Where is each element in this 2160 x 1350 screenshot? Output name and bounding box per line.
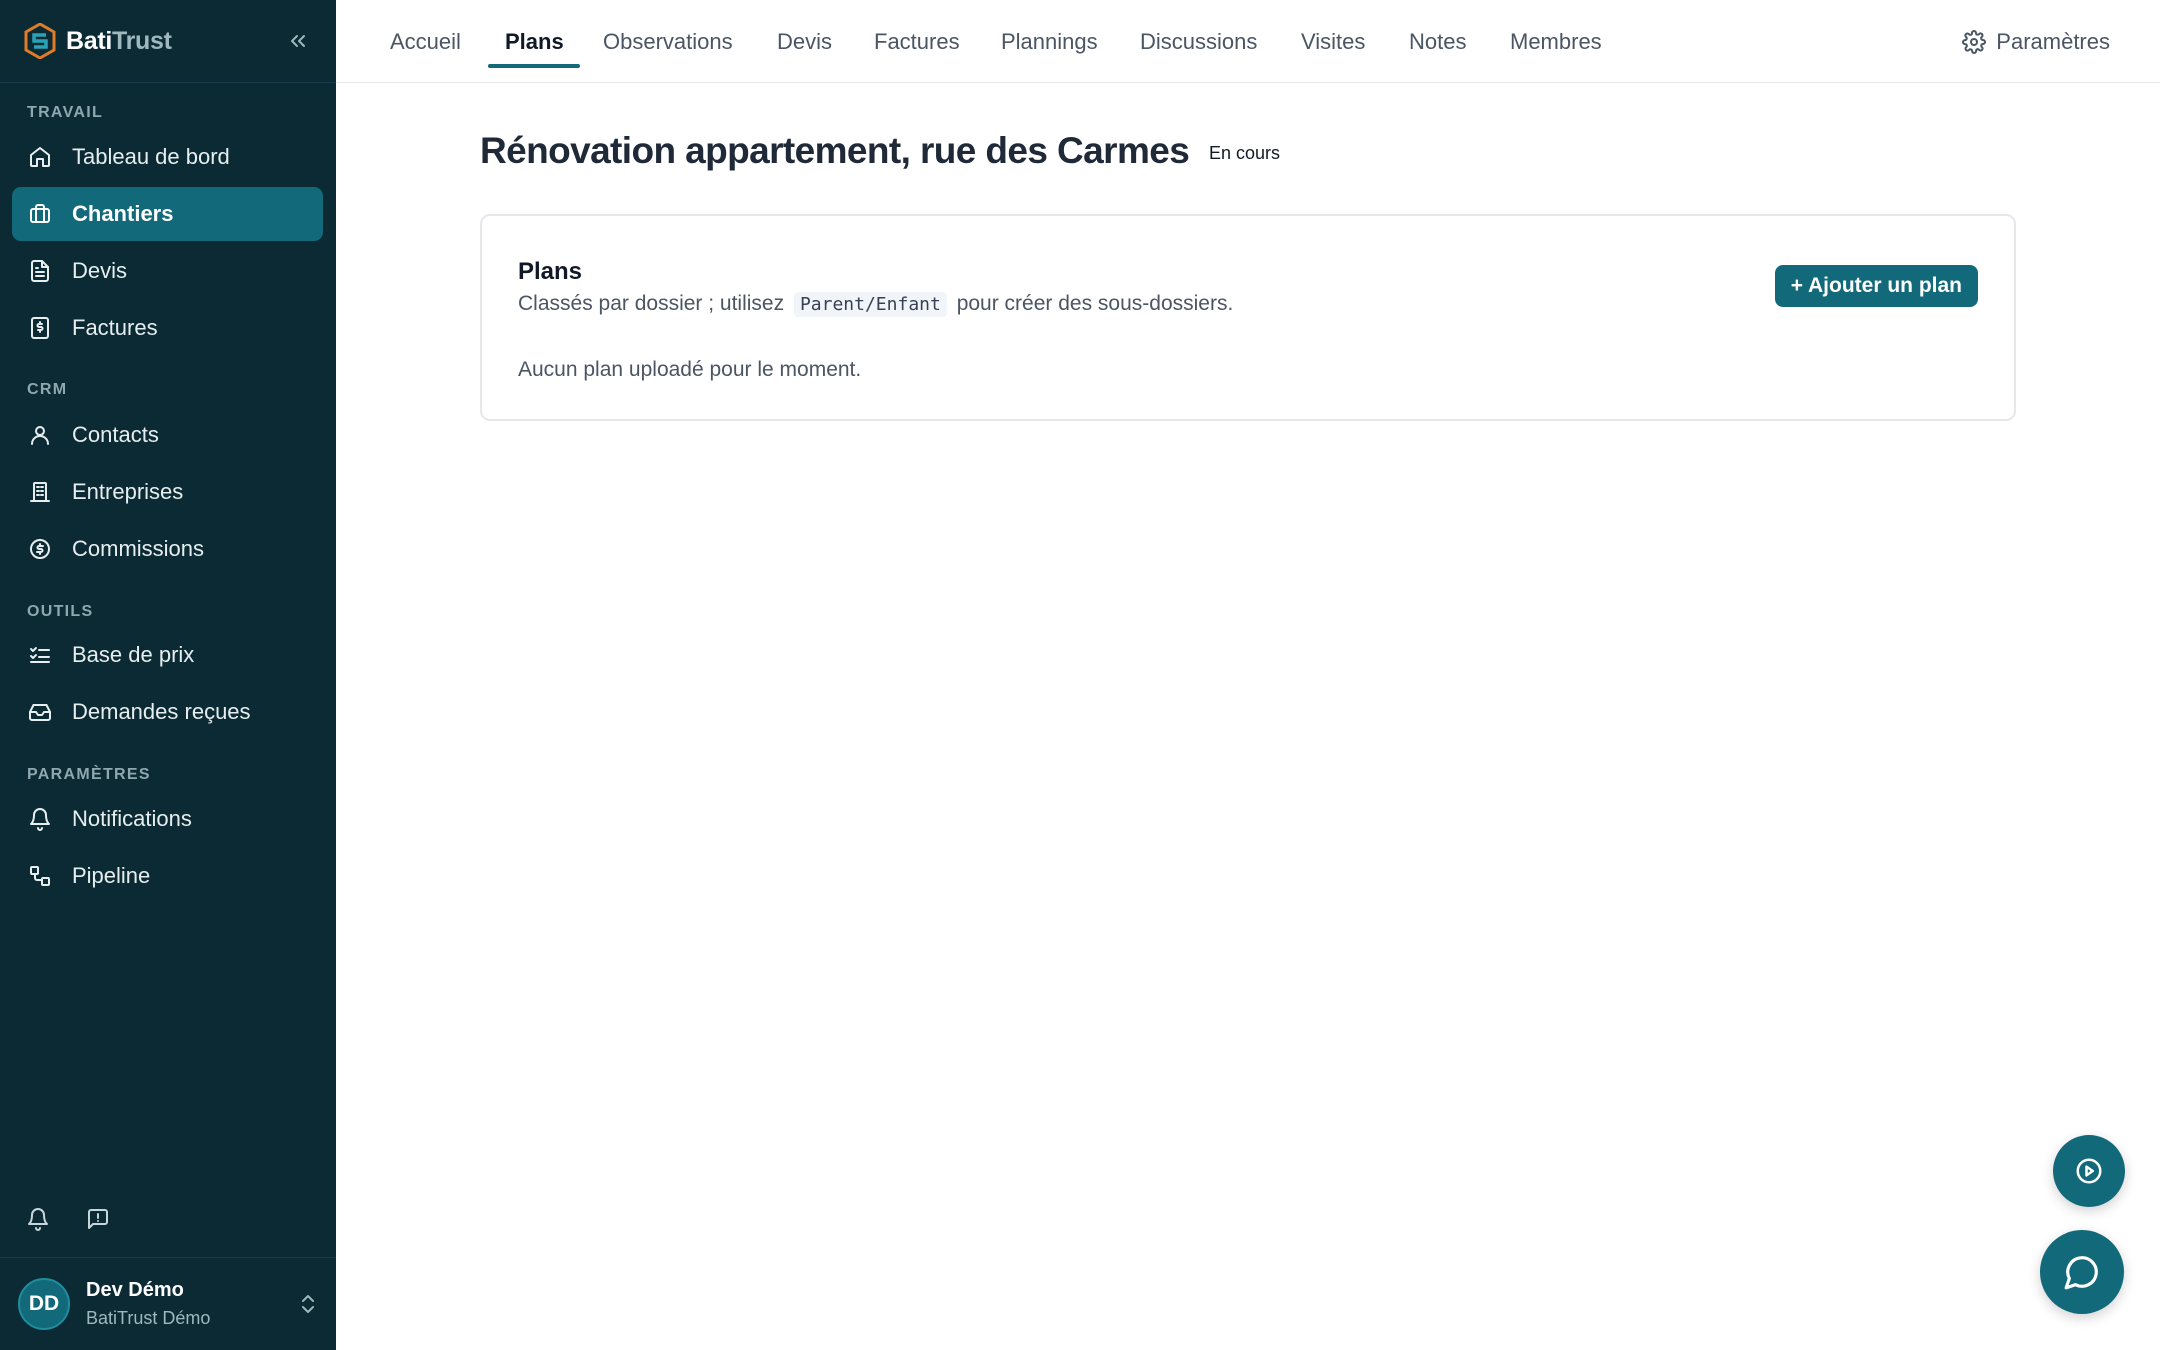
page-title: Rénovation appartement, rue des Carmes: [480, 130, 1190, 171]
brand-name-part1: Bati: [66, 26, 113, 55]
tab-discussions[interactable]: Discussions: [1140, 0, 1257, 83]
sidebar-item-label: Chantiers: [72, 201, 174, 226]
chat-bubble-icon: [2063, 1253, 2101, 1291]
sidebar-item-label: Base de prix: [72, 642, 195, 667]
sidebar-item-label: Tableau de bord: [72, 144, 230, 169]
feedback-icon[interactable]: [86, 1207, 110, 1231]
chevrons-up-down-icon: [298, 1292, 318, 1316]
tab-observations[interactable]: Observations: [603, 0, 733, 83]
tab-factures[interactable]: Factures: [874, 0, 960, 83]
plans-card-title: Plans: [518, 258, 583, 285]
sidebar-item-label: Pipeline: [72, 863, 151, 888]
batitrust-logo-icon[interactable]: [24, 22, 56, 60]
user-info: Dev Démo BatiTrust Démo: [86, 1279, 210, 1329]
empty-state-text: Aucun plan uploadé pour le moment.: [518, 358, 862, 381]
sidebar-item-commissions[interactable]: Commissions: [12, 522, 323, 576]
receipt-icon: [28, 316, 52, 340]
tab-devis[interactable]: Devis: [777, 0, 832, 83]
plans-card-subtitle: Classés par dossier ; utilisez Parent/En…: [518, 292, 1234, 317]
sidebar-item-demandes-recues[interactable]: Demandes reçues: [12, 685, 323, 739]
sidebar-item-pipeline[interactable]: Pipeline: [12, 849, 323, 903]
brand-name: BatiTrust: [66, 27, 172, 56]
gear-icon: [1962, 29, 1987, 54]
sidebar-item-notifications[interactable]: Notifications: [12, 792, 323, 846]
user-org: BatiTrust Démo: [86, 1308, 211, 1328]
brand-header: BatiTrust: [0, 0, 336, 83]
sidebar-item-label: Notifications: [72, 806, 192, 831]
chat-button[interactable]: [2040, 1230, 2124, 1314]
bell-icon: [28, 807, 52, 831]
dollar-circle-icon: [28, 537, 52, 561]
plans-card: Plans Classés par dossier ; utilisez Par…: [480, 214, 2016, 421]
sidebar-item-chantiers[interactable]: Chantiers: [12, 187, 323, 241]
collapse-sidebar-icon[interactable]: [284, 27, 312, 55]
settings-label: Paramètres: [1996, 28, 2110, 54]
list-check-icon: [28, 643, 52, 667]
play-circle-icon: [2074, 1156, 2104, 1186]
tab-accueil[interactable]: Accueil: [390, 0, 461, 83]
subtitle-code: Parent/Enfant: [793, 292, 947, 317]
user-icon: [28, 423, 52, 447]
sidebar-item-label: Entreprises: [72, 479, 184, 504]
sidebar-item-label: Demandes reçues: [72, 699, 251, 724]
workflow-icon: [28, 864, 52, 888]
user-menu[interactable]: DD Dev Démo BatiTrust Démo: [0, 1257, 336, 1350]
tab-plannings[interactable]: Plannings: [1001, 0, 1098, 83]
sidebar-bottom-actions: [26, 1207, 110, 1231]
sidebar-item-factures[interactable]: Factures: [12, 301, 323, 355]
sidebar-item-base-de-prix[interactable]: Base de prix: [12, 628, 323, 682]
sidebar-item-contacts[interactable]: Contacts: [12, 408, 323, 462]
status-badge: En cours: [1209, 143, 1281, 163]
sidebar-item-label: Devis: [72, 258, 128, 283]
inbox-icon: [28, 700, 52, 724]
tab-membres[interactable]: Membres: [1510, 0, 1602, 83]
active-tab-indicator: [488, 64, 580, 68]
tab-plans[interactable]: Plans: [505, 0, 564, 83]
project-tabs: Accueil Plans Observations Devis Facture…: [336, 0, 2160, 83]
subtitle-text-after: pour créer des sous-dossiers.: [956, 292, 1234, 315]
home-icon: [28, 145, 52, 169]
sidebar: BatiTrust TRAVAIL Tableau de bord Chanti…: [0, 0, 336, 1350]
subtitle-text-before: Classés par dossier ; utilisez: [518, 292, 785, 315]
sidebar-item-label: Factures: [72, 315, 158, 340]
sidebar-item-devis[interactable]: Devis: [12, 244, 323, 298]
avatar: DD: [18, 1278, 70, 1330]
briefcase-icon: [28, 202, 52, 226]
sidebar-item-label: Contacts: [72, 422, 159, 447]
user-name: Dev Démo: [86, 1279, 184, 1301]
sidebar-item-tableau-de-bord[interactable]: Tableau de bord: [12, 130, 323, 184]
settings-link[interactable]: Paramètres: [1962, 0, 2110, 83]
play-tutorial-button[interactable]: [2053, 1135, 2125, 1207]
section-label-crm: CRM: [27, 381, 68, 398]
section-label-travail: TRAVAIL: [27, 104, 104, 121]
tab-notes[interactable]: Notes: [1409, 0, 1466, 83]
bell-icon[interactable]: [26, 1207, 50, 1231]
add-plan-button[interactable]: + Ajouter un plan: [1774, 265, 1978, 307]
sidebar-item-entreprises[interactable]: Entreprises: [12, 465, 323, 519]
tab-visites[interactable]: Visites: [1301, 0, 1365, 83]
section-label-outils: OUTILS: [27, 603, 94, 620]
file-text-icon: [28, 259, 52, 283]
brand-name-part2: Trust: [112, 26, 172, 55]
building-icon: [28, 480, 52, 504]
section-label-parametres: PARAMÈTRES: [27, 766, 151, 783]
sidebar-item-label: Commissions: [72, 536, 205, 561]
